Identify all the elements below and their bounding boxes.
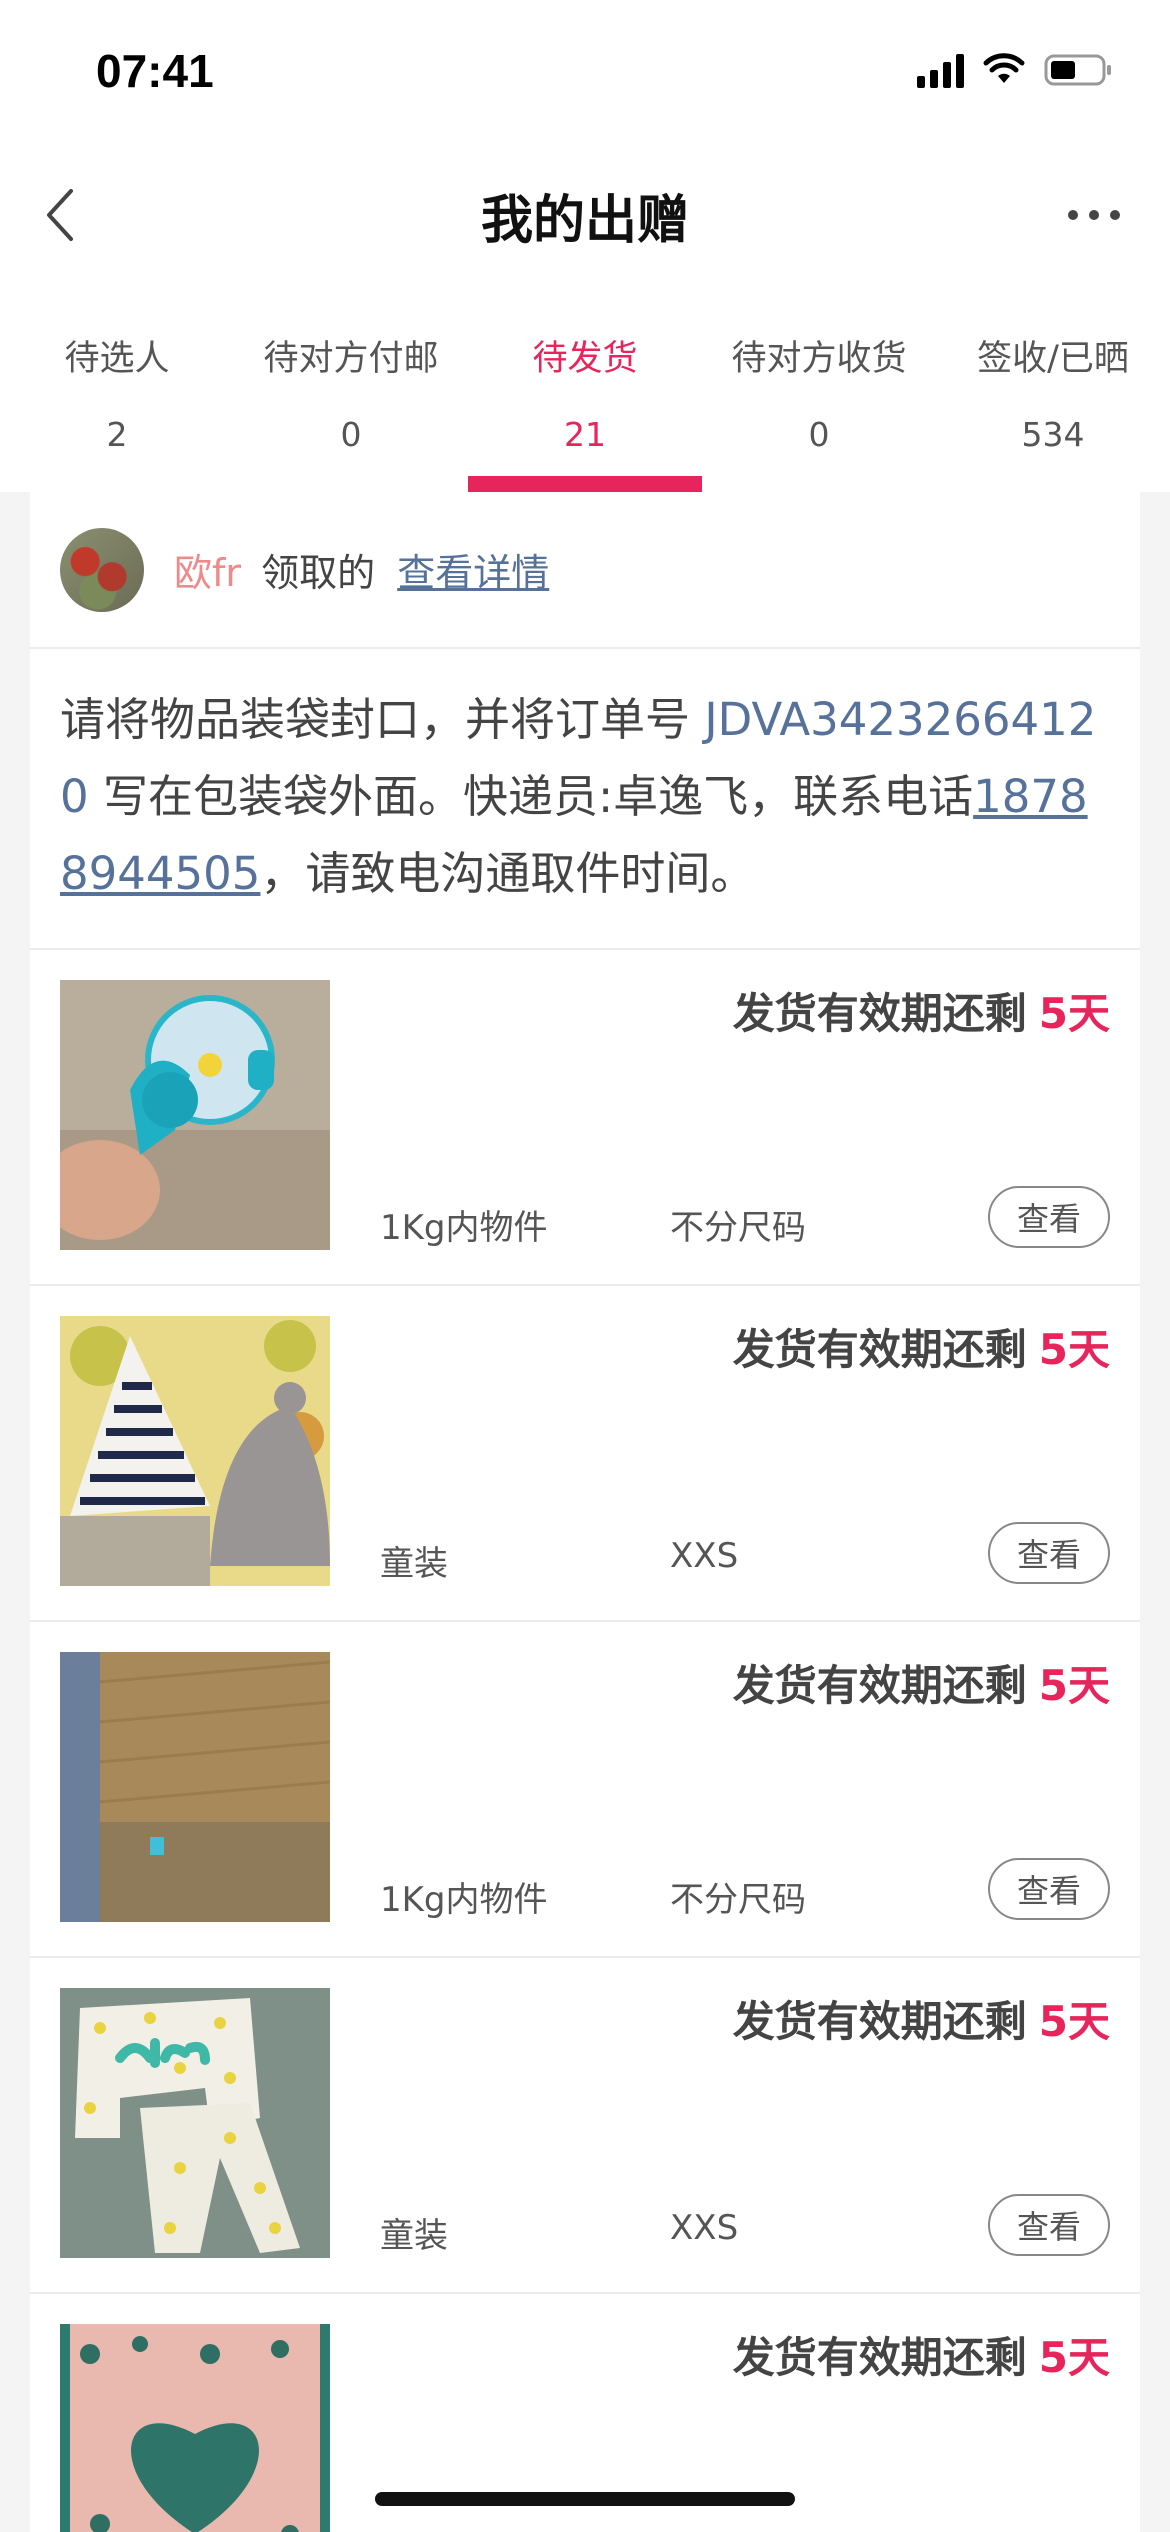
tab-label: 签收/已晒 bbox=[977, 339, 1129, 379]
instructions-text: ，请致电沟通取件时间。 bbox=[260, 847, 756, 900]
days-remaining: 5天 bbox=[1038, 2333, 1110, 2382]
tab-label: 待对方付邮 bbox=[263, 339, 439, 379]
tab-pending-shipment[interactable]: 待发货 21 bbox=[468, 280, 702, 492]
item-photo bbox=[60, 1988, 330, 2258]
active-tab-indicator bbox=[468, 476, 702, 492]
tab-received[interactable]: 签收/已晒 534 bbox=[936, 280, 1170, 492]
avatar[interactable] bbox=[60, 527, 144, 612]
tab-label: 待选人 bbox=[64, 339, 170, 379]
item-photo bbox=[60, 1652, 330, 1922]
item-category: 童装 bbox=[380, 2216, 448, 2256]
receiver-row: 欧fr 领取的 查看详情 bbox=[30, 492, 1140, 649]
home-indicator[interactable] bbox=[375, 2492, 795, 2506]
view-button[interactable]: 查看 bbox=[988, 1858, 1110, 1920]
battery-icon bbox=[1044, 54, 1111, 86]
tab-pending-select[interactable]: 待选人 2 bbox=[0, 280, 234, 492]
navigation-bar: 我的出赠 bbox=[0, 150, 1170, 280]
item-size: 不分尺码 bbox=[670, 1880, 806, 1920]
tab-count: 21 bbox=[564, 415, 606, 454]
view-button[interactable]: 查看 bbox=[988, 1522, 1110, 1584]
list-item[interactable]: 发货有效期还剩 5天 童装 XXS 查看 bbox=[30, 1286, 1140, 1622]
order-card: 欧fr 领取的 查看详情 请将物品装袋封口，并将订单号 JDVA34232664… bbox=[30, 492, 1140, 2532]
days-remaining: 5天 bbox=[1038, 1661, 1110, 1710]
tab-pending-receipt[interactable]: 待对方收货 0 bbox=[702, 280, 936, 492]
days-remaining: 5天 bbox=[1038, 1997, 1110, 2046]
receiver-name[interactable]: 欧fr bbox=[174, 551, 241, 595]
list-item[interactable]: 发货有效期还剩 5天 1Kg内物件 不分尺码 查看 bbox=[30, 1622, 1140, 1958]
status-tabs: 待选人 2 待对方付邮 0 待发货 21 待对方收货 0 签收/已晒 534 bbox=[0, 280, 1170, 492]
view-button[interactable]: 查看 bbox=[988, 1186, 1110, 1248]
item-size: 不分尺码 bbox=[670, 1208, 806, 1248]
tab-count: 534 bbox=[1021, 415, 1085, 454]
more-icon bbox=[1068, 210, 1120, 220]
item-category: 1Kg内物件 bbox=[380, 1208, 548, 1248]
tab-label: 待发货 bbox=[532, 339, 638, 379]
item-photo bbox=[60, 980, 330, 1250]
list-item[interactable]: 发货有效期还剩 5天 童装 XXS 查看 bbox=[30, 1958, 1140, 2294]
tab-count: 2 bbox=[106, 415, 128, 454]
shipping-deadline: 发货有效期还剩 5天 bbox=[732, 1661, 1110, 1710]
tab-label: 待对方收货 bbox=[731, 339, 907, 379]
days-remaining: 5天 bbox=[1038, 989, 1110, 1038]
status-time: 07:41 bbox=[96, 45, 214, 97]
more-button[interactable] bbox=[1054, 180, 1134, 250]
wifi-icon bbox=[983, 53, 1025, 83]
shipping-deadline: 发货有效期还剩 5天 bbox=[732, 2333, 1110, 2382]
page-title: 我的出赠 bbox=[480, 191, 689, 251]
status-bar: 07:41 bbox=[0, 0, 1170, 150]
item-photo bbox=[60, 2324, 330, 2532]
item-size: XXS bbox=[670, 1536, 739, 1576]
item-photo bbox=[60, 1316, 330, 1586]
tab-count: 0 bbox=[340, 415, 362, 454]
item-size: XXS bbox=[670, 2208, 739, 2248]
instructions-text: 请将物品装袋封口，并将订单号 bbox=[60, 693, 705, 746]
shipping-instructions: 请将物品装袋封口，并将订单号 JDVA34232664120 写在包装袋外面。快… bbox=[30, 649, 1140, 950]
item-category: 童装 bbox=[380, 1544, 448, 1584]
cellular-signal-icon bbox=[917, 52, 964, 88]
shipping-deadline: 发货有效期还剩 5天 bbox=[732, 1325, 1110, 1374]
shipping-deadline: 发货有效期还剩 5天 bbox=[732, 989, 1110, 1038]
tab-pending-postage[interactable]: 待对方付邮 0 bbox=[234, 280, 468, 492]
list-item[interactable]: 发货有效期还剩 5天 1Kg内物件 不分尺码 查看 bbox=[30, 950, 1140, 1286]
days-remaining: 5天 bbox=[1038, 1325, 1110, 1374]
item-category: 1Kg内物件 bbox=[380, 1880, 548, 1920]
receiver-action: 领取的 bbox=[261, 551, 376, 595]
shipping-deadline: 发货有效期还剩 5天 bbox=[732, 1997, 1110, 2046]
view-button[interactable]: 查看 bbox=[988, 2194, 1110, 2256]
view-details-link[interactable]: 查看详情 bbox=[397, 551, 549, 595]
tab-count: 0 bbox=[808, 415, 830, 454]
instructions-text: 写在包装袋外面。快递员:卓逸飞，联系电话 bbox=[88, 770, 974, 823]
